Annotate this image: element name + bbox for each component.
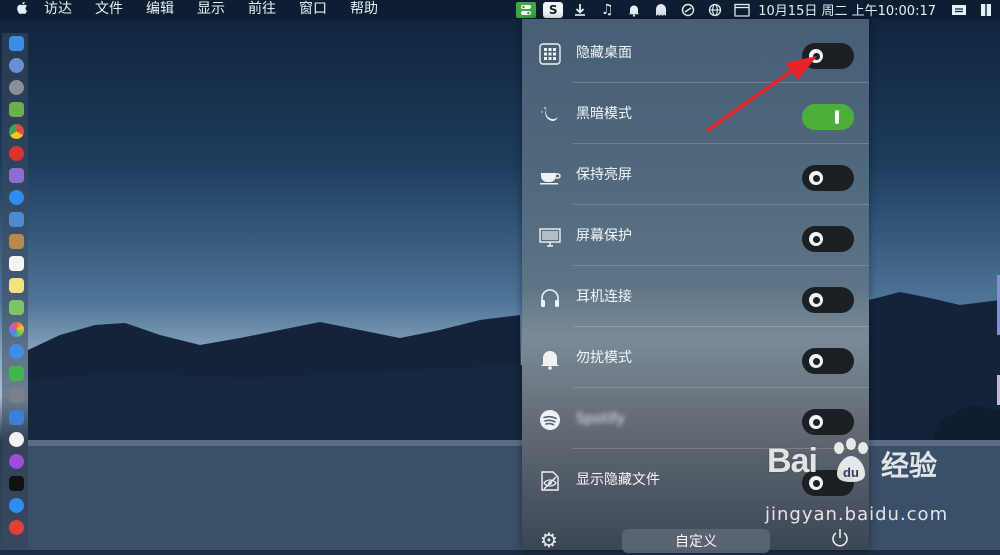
grid-icon [539,43,561,65]
sidebar-icon[interactable] [976,2,996,18]
toggle-screen-saver[interactable] [802,226,854,252]
system-preferences-icon[interactable] [9,388,24,403]
globe-icon[interactable] [705,2,725,18]
control-center-icon[interactable] [516,1,537,18]
row-keep-screen-on[interactable]: 保持亮屏 [522,144,869,205]
app-red-round-icon[interactable] [9,520,24,535]
app-purple-icon[interactable] [9,168,24,183]
photos-icon[interactable] [9,322,24,337]
menu-go[interactable]: 前往 [248,0,276,19]
watermark-url: jingyan.baidu.com [765,504,949,525]
notes-icon[interactable] [9,278,24,293]
coffee-cup-icon [539,165,561,187]
apple-logo-icon[interactable] [0,1,44,19]
podcasts-icon[interactable] [9,454,24,469]
toggle-knob [835,110,839,124]
app-store-icon[interactable] [9,498,24,513]
messages-icon[interactable] [9,344,24,359]
preview-icon[interactable] [9,212,24,227]
sync-icon[interactable] [678,2,698,18]
facetime-icon[interactable] [9,366,24,381]
keynote-icon[interactable] [9,410,24,425]
finder-icon[interactable] [9,36,24,51]
row-headphones[interactable]: 耳机连接 [522,266,869,327]
siri-icon[interactable] [9,58,24,73]
toggle-hide-desktop[interactable] [802,43,854,69]
menu-help[interactable]: 帮助 [350,0,378,19]
music-note-icon[interactable]: ♫ [597,2,617,18]
toggle-dark-mode[interactable] [802,104,854,130]
row-label-show-hidden-files: 显示隐藏文件 [576,472,660,488]
row-dark-mode[interactable]: 黑暗模式 [522,83,869,144]
row-label-hide-desktop: 隐藏桌面 [576,45,632,61]
menu-finder[interactable]: 访达 [44,0,72,19]
menu-edit[interactable]: 编辑 [146,0,174,19]
android-icon[interactable] [9,102,24,117]
launchpad-icon[interactable] [9,80,24,95]
row-do-not-disturb[interactable]: 勿扰模式 [522,327,869,388]
dock [2,33,28,550]
customize-button[interactable]: 自定义 [622,529,770,553]
chrome-icon[interactable] [9,124,24,139]
status-area: S ♫ 10月15日 周二 上午10:00:17 [509,0,1000,19]
row-label-headphones: 耳机连接 [576,289,632,305]
row-label-keep-screen-on: 保持亮屏 [576,167,632,183]
row-spotify[interactable]: Spotify [522,388,869,449]
download-icon[interactable] [570,2,590,18]
menu-clock[interactable]: 10月15日 周二 上午10:00:17 [758,0,936,19]
toggle-knob [809,415,823,429]
toggle-keep-screen-on[interactable] [802,165,854,191]
toggle-do-not-disturb[interactable] [802,348,854,374]
menu-window[interactable]: 窗口 [299,0,327,19]
menu-bar: 访达 文件 编辑 显示 前往 窗口 帮助 S ♫ 10月15日 周二 上午10:… [0,0,1000,19]
headphones-icon [539,287,561,309]
paw-icon: du [834,438,868,482]
music-icon[interactable] [9,432,24,447]
row-label-do-not-disturb: 勿扰模式 [576,350,632,366]
toggle-knob [809,354,823,368]
row-hide-desktop[interactable]: 隐藏桌面 [522,22,869,83]
watermark-cn: 经验 [881,449,938,482]
baidu-watermark: Bai du 经验 jingyan.baidu.com [765,438,995,542]
gear-icon[interactable]: ⚙ [540,529,562,551]
eye-slash-icon [539,470,561,492]
watermark-du: du [843,465,859,480]
monitor-icon [539,226,561,248]
menu-equal-icon[interactable] [949,2,969,18]
menu-file[interactable]: 文件 [95,0,123,19]
toggle-knob [809,232,823,246]
toggle-headphones[interactable] [802,287,854,313]
calendar-icon[interactable] [9,256,24,271]
calendar-icon[interactable] [732,2,752,18]
row-label-screen-saver: 屏幕保护 [576,228,632,244]
row-screen-saver[interactable]: 屏幕保护 [522,205,869,266]
ghost-icon[interactable] [651,2,671,18]
app-red-icon[interactable] [9,146,24,161]
notebook-icon[interactable] [9,234,24,249]
spotify-icon [539,409,561,431]
watermark-logo: Bai [767,442,818,480]
apple-tv-icon[interactable] [9,476,24,491]
menu-view[interactable]: 显示 [197,0,225,19]
toggle-knob [809,49,823,63]
toggle-spotify[interactable] [802,409,854,435]
bell-icon [539,348,561,370]
row-label-dark-mode: 黑暗模式 [576,106,632,122]
safari-icon[interactable] [9,190,24,205]
maps-icon[interactable] [9,300,24,315]
toggle-knob [809,293,823,307]
s-app-icon[interactable]: S [543,1,564,18]
toggle-knob [809,171,823,185]
bell-icon[interactable] [624,2,644,18]
row-label-spotify: Spotify [576,411,625,427]
moon-icon [539,104,561,126]
